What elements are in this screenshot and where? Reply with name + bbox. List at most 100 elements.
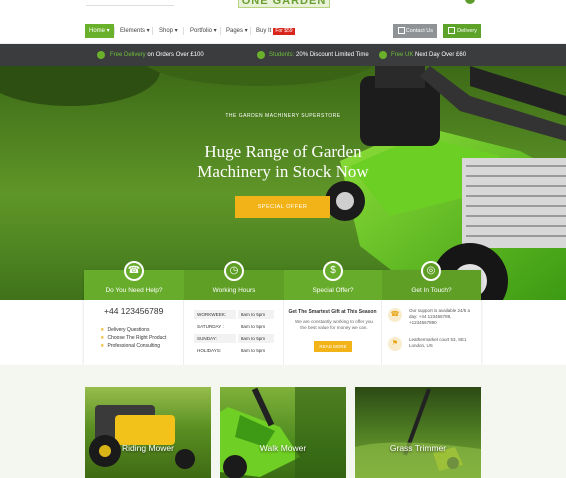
location-icon: ⚑ [388, 337, 402, 351]
hours-card-header: ◷ Working Hours [184, 261, 284, 300]
promo-text: 20% Discount Limited Time [294, 52, 369, 58]
support-text: Our support is available 24/5 a day: +44… [409, 308, 471, 325]
clock-icon: ◷ [224, 261, 244, 281]
globe-icon: ◎ [421, 261, 441, 281]
leaf-icon [257, 51, 265, 59]
star-icon: ★ [100, 343, 105, 349]
nav-divider [183, 27, 184, 35]
truck-icon [448, 27, 455, 34]
category-title: Riding Mower [122, 443, 174, 453]
hours-card-title: Working Hours [212, 287, 256, 294]
delivery-label: Delivery [457, 28, 477, 34]
delivery-button[interactable]: Delivery [443, 24, 481, 38]
help-phone[interactable]: +44 123456789 [104, 306, 163, 316]
hero-banner: THE GARDEN MACHINERY SUPERSTORE Huge Ran… [0, 66, 566, 300]
offer-text: We are constantly working to offer you t… [295, 319, 373, 330]
touch-card-body: ☎ Our support is available 24/5 a day: +… [382, 300, 481, 365]
promo-next-day: Free UK Next Day Over £60 [391, 44, 466, 66]
hero-kicker: THE GARDEN MACHINERY SUPERSTORE [225, 113, 341, 119]
category-title: Walk Mower [259, 443, 307, 453]
promo-free-delivery: Free Delivery on Orders Over £100 [110, 44, 204, 66]
promo-bar: Free Delivery on Orders Over £100 Studen… [0, 44, 566, 66]
help-item-label: Delivery Questions [107, 327, 150, 333]
help-item-label: Choose The Right Product [107, 335, 167, 341]
star-icon: ★ [100, 335, 105, 341]
nav-item-portfolio[interactable]: Portfolio ▾ [186, 24, 221, 38]
nav-divider [220, 27, 221, 35]
contact-label: Contact Us [405, 28, 433, 34]
cart-icon[interactable] [465, 0, 475, 4]
category-riding-mower[interactable]: Riding Mower [85, 387, 211, 478]
special-offer-button[interactable]: SPECIAL OFFER [235, 196, 330, 218]
category-title: Grass Trimmer [389, 443, 447, 453]
info-cards: ☎ Do You Need Help? +44 123456789 ★ Deliv… [84, 261, 481, 365]
header-search-field[interactable] [86, 0, 174, 6]
category-grass-trimmer[interactable]: Grass Trimmer [355, 387, 481, 478]
offer-heading: Get The Smartest Gift at This Season [288, 309, 377, 315]
help-card-body: +44 123456789 ★ Delivery Questions ★ Choos… [84, 300, 184, 365]
site-logo[interactable]: ONE GARDEN [238, 0, 330, 8]
lawn-mower-image [325, 66, 566, 300]
nav-divider [152, 27, 153, 35]
hours-day: HOLIDAYS: [194, 346, 236, 356]
promo-highlight: Free Delivery [110, 52, 146, 58]
nav-item-shop[interactable]: Shop ▾ [155, 24, 182, 38]
hours-table: WORKWEEK: 8am to 5pm SATURDAY :8am to 5pm… [192, 308, 276, 358]
phone-icon: ☎ [388, 308, 402, 322]
hours-card-body: WORKWEEK: 8am to 5pm SATURDAY :8am to 5pm… [184, 300, 284, 365]
product-categories: Riding Mower Walk Mower Grass Trimmer [0, 365, 566, 478]
touch-card-title: Get In Touch? [411, 287, 452, 294]
hours-row: SUNDAY: 8am to 5pm [194, 334, 274, 344]
help-card-title: Do You Need Help? [105, 287, 163, 294]
dollar-icon: $ [323, 261, 343, 281]
hours-row: SATURDAY :8am to 5pm [194, 322, 274, 332]
headset-icon: ☎ [124, 261, 144, 281]
help-item: ★ Choose The Right Product [100, 335, 166, 341]
help-item-label: Professional Consulting [107, 343, 161, 349]
price-badge: For $59 [273, 28, 295, 35]
hours-time: 8am to 5pm [237, 346, 274, 356]
riding-mower-image [89, 405, 195, 469]
hours-day: SATURDAY : [194, 322, 236, 332]
nav-item-buy[interactable]: Buy It For $59 [252, 24, 299, 38]
plane-icon [379, 51, 387, 59]
promo-text: on Orders Over £100 [145, 52, 204, 58]
contact-us-button[interactable]: Contact Us [393, 24, 437, 38]
hours-day: WORKWEEK: [194, 310, 236, 320]
promo-students: Students: 20% Discount Limited Time [269, 44, 369, 66]
nav-divider [114, 27, 115, 35]
offer-card-title: Special Offer? [312, 287, 354, 294]
help-card-header: ☎ Do You Need Help? [84, 261, 184, 300]
read-more-button[interactable]: READ MORE [314, 341, 352, 352]
offer-card-body: Get The Smartest Gift at This Season We … [284, 300, 382, 365]
nav-item-home[interactable]: Home ▾ [85, 24, 114, 38]
category-walk-mower[interactable]: Walk Mower [220, 387, 346, 478]
top-header: ONE GARDEN [0, 0, 566, 18]
main-navigation: Home ▾ Elements ▾ Shop ▾ Portfolio ▾ Pag… [0, 18, 566, 44]
nav-buy-label: Buy It [256, 28, 272, 34]
star-icon: ★ [100, 327, 105, 333]
mail-icon [398, 27, 405, 34]
hours-time: 8am to 5pm [237, 322, 274, 332]
promo-highlight: Free UK [391, 52, 414, 58]
hours-time: 8am to 5pm [237, 310, 274, 320]
help-item: ★ Delivery Questions [100, 327, 149, 333]
leaf-icon [97, 51, 105, 59]
hours-row: HOLIDAYS: 8am to 5pm [194, 346, 274, 356]
help-item: ★ Professional Consulting [100, 343, 160, 349]
nav-item-elements[interactable]: Elements ▾ [116, 24, 154, 38]
hero-title-line-2: Machinery in Stock Now [197, 162, 369, 181]
hours-row: WORKWEEK: 8am to 5pm [194, 310, 274, 320]
promo-text: Next Day Over £60 [413, 52, 467, 58]
address-text: Leathermarket court 53, SE1 London, US [409, 337, 467, 348]
nav-divider [250, 27, 251, 35]
hours-time: 8am to 5pm [237, 334, 274, 344]
hero-title: Huge Range of Garden Machinery in Stock … [0, 142, 566, 182]
walk-mower-image [220, 387, 346, 478]
nav-item-pages[interactable]: Pages ▾ [222, 24, 252, 38]
promo-highlight: Students: [269, 52, 295, 58]
grass-trimmer-image [355, 388, 481, 478]
hero-title-line-1: Huge Range of Garden [204, 142, 362, 161]
hours-day: SUNDAY: [194, 334, 236, 344]
offer-card-header: $ Special Offer? [284, 261, 382, 300]
